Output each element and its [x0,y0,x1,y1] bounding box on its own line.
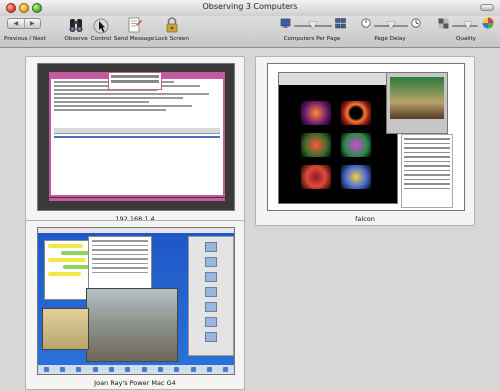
toolbar-toggle-button[interactable] [480,4,494,11]
window-title: Observing 3 Computers [202,2,298,11]
computer-name: Joan Ray's Power Mac G4 [94,379,176,387]
computers-per-page-knob[interactable] [309,22,317,29]
computer-tile[interactable]: 192.168.1.4 [25,56,245,226]
color-wheel-icon [482,17,494,29]
finder-window [188,236,234,356]
title-bar[interactable]: Observing 3 Computers [0,0,500,17]
terminal-window [49,72,225,197]
dock [38,365,234,374]
lock-icon[interactable] [163,16,181,34]
next-button[interactable]: ▶ [23,19,41,28]
image-window [42,308,89,350]
page-delay-label: Page Delay [374,36,406,42]
control-mouse-icon[interactable] [92,16,110,34]
previous-next-control[interactable]: ◀ ▶ [7,18,41,29]
control-label: Control [90,36,112,42]
computer-tile[interactable]: Joan Ray's Power Mac G4 [25,220,245,390]
popup-menu [108,72,162,90]
computer-tile[interactable]: falcon [255,56,475,226]
computers-per-page-label: Computers Per Page [283,36,341,42]
previous-next-label: Previous / Next [3,36,47,42]
computers-per-page-slider[interactable] [284,22,342,30]
computer-name: falcon [355,215,375,223]
lock-screen-label: Lock Screen [155,36,189,42]
computer-grid: 192.168.1.4 falcon Joan Ray's Power Mac … [0,48,500,391]
text-window [401,134,453,208]
observe-window: Observing 3 Computers ◀ ▶ Previous / Nex… [0,0,500,391]
send-message-label: Send Message [113,36,155,42]
quality-label: Quality [456,36,476,42]
slow-clock-icon [411,18,421,28]
observe-label: Observe [64,36,88,42]
quality-knob[interactable] [463,22,472,29]
page-delay-knob[interactable] [387,22,395,29]
video-player-window [386,72,448,134]
screen-thumbnail[interactable] [267,63,465,211]
image-window [86,288,178,362]
computers-many-icon [335,18,346,29]
previous-button[interactable]: ◀ [8,19,24,28]
browser-window [278,72,398,204]
send-message-icon[interactable] [125,16,143,34]
binoculars-icon[interactable] [67,16,85,34]
screen-thumbnail[interactable] [37,63,235,211]
screen-thumbnail[interactable] [37,227,235,375]
toolbar: ◀ ▶ Previous / Next Observe Control Send [0,16,500,48]
page-delay-slider[interactable] [364,22,418,30]
